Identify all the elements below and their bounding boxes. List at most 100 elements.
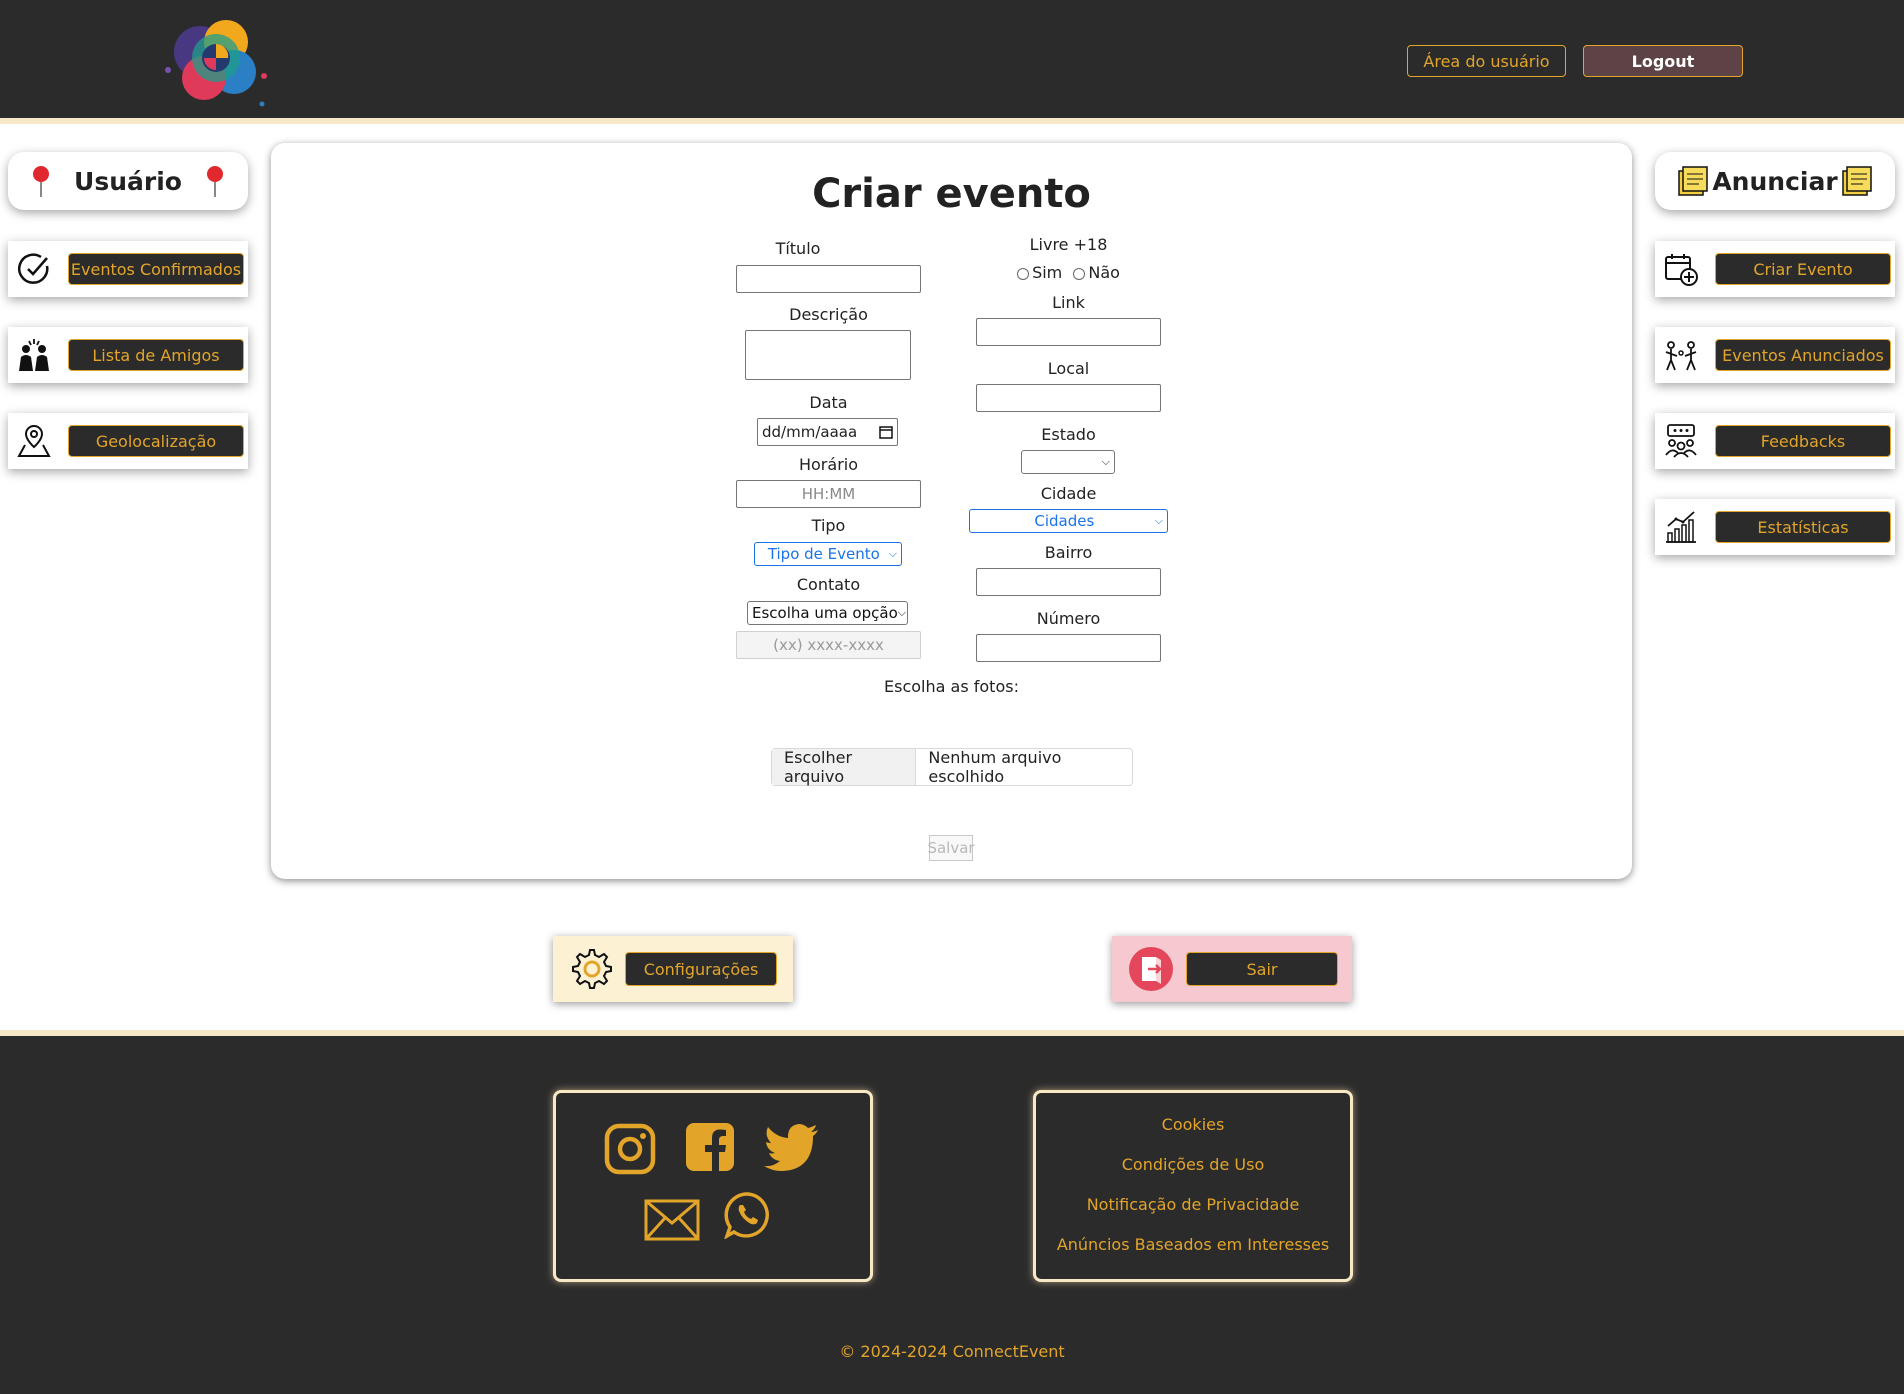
advertise-panel-title: Anunciar: [1712, 166, 1838, 196]
interest-ads-link[interactable]: Anúncios Baseados em Interesses: [1036, 1235, 1350, 1254]
chart-icon: [1655, 499, 1707, 555]
exit-icon: [1129, 947, 1173, 991]
advertise-panel-heading: Anunciar: [1655, 152, 1895, 210]
copyright-text: © 2024-2024 ConnectEvent: [839, 1342, 1065, 1361]
numero-input[interactable]: [976, 634, 1161, 662]
people-icon: [1655, 327, 1707, 383]
eventos-confirmados-button[interactable]: Eventos Confirmados: [68, 253, 244, 285]
notes-icon: [1678, 166, 1708, 196]
geolocalizacao-button[interactable]: Geolocalização: [68, 425, 244, 457]
sim-label: Sim: [1032, 263, 1063, 282]
lista-amigos-button[interactable]: Lista de Amigos: [68, 339, 244, 371]
cookies-link[interactable]: Cookies: [1036, 1115, 1350, 1134]
bairro-input[interactable]: [976, 568, 1161, 596]
fotos-label: Escolha as fotos:: [884, 677, 1019, 696]
data-label: Data: [809, 393, 848, 412]
nao-radio[interactable]: [1073, 267, 1086, 280]
create-event-form: Criar evento Título Descrição Data dd/mm…: [271, 143, 1632, 879]
friends-icon: [8, 327, 60, 383]
contato-select[interactable]: Escolha uma opção ⌵: [747, 601, 908, 625]
sidebar-item-feedbacks[interactable]: Feedbacks: [1655, 413, 1895, 469]
link-label: Link: [1052, 293, 1085, 312]
terms-link[interactable]: Condições de Uso: [1036, 1155, 1350, 1174]
cidade-label: Cidade: [1040, 484, 1097, 503]
whatsapp-icon[interactable]: [724, 1191, 772, 1239]
contato-placeholder: (xx) xxxx-xxxx: [773, 636, 884, 654]
check-circle-icon: [8, 241, 60, 297]
criar-evento-button[interactable]: Criar Evento: [1715, 253, 1891, 285]
site-header: Área do usuário Logout: [0, 0, 1904, 124]
data-value: dd/mm/aaaa: [762, 423, 858, 441]
legal-links-box: Cookies Condições de Uso Notificação de …: [1033, 1090, 1353, 1282]
calendar-icon[interactable]: [879, 425, 893, 439]
link-input[interactable]: [976, 318, 1161, 346]
sair-button[interactable]: Sair: [1186, 952, 1338, 986]
descricao-label: Descrição: [789, 305, 868, 324]
sidebar-item-lista-amigos[interactable]: Lista de Amigos: [8, 327, 248, 383]
sidebar-item-geolocalizacao[interactable]: Geolocalização: [8, 413, 248, 469]
config-button[interactable]: Configurações: [625, 952, 777, 986]
eventos-anunciados-button[interactable]: Eventos Anunciados: [1715, 339, 1891, 371]
logout-button[interactable]: Logout: [1583, 45, 1743, 77]
pin-icon: [207, 166, 223, 197]
chevron-down-icon: ⌵: [1154, 514, 1163, 527]
estado-select[interactable]: ⌵: [1021, 450, 1115, 474]
feedbacks-button[interactable]: Feedbacks: [1715, 425, 1891, 457]
user-panel-title: Usuário: [74, 166, 182, 196]
chevron-down-icon: ⌵: [1101, 455, 1110, 468]
titulo-input[interactable]: [736, 265, 921, 293]
horario-input[interactable]: HH:MM: [736, 480, 921, 508]
sim-radio[interactable]: [1017, 267, 1030, 280]
pin-icon: [33, 166, 49, 197]
cidade-value: Cidades: [1034, 512, 1095, 530]
tipo-value: Tipo de Evento: [767, 545, 880, 563]
chevron-down-icon: ⌵: [897, 606, 907, 619]
calendar-add-icon: [1655, 241, 1707, 297]
estatisticas-button[interactable]: Estatísticas: [1715, 511, 1891, 543]
numero-label: Número: [1036, 609, 1101, 628]
estado-label: Estado: [1041, 425, 1096, 444]
site-footer: Cookies Condições de Uso Notificação de …: [0, 1030, 1904, 1394]
contato-value: Escolha uma opção: [752, 604, 898, 622]
horario-placeholder: HH:MM: [801, 485, 856, 503]
twitter-icon[interactable]: [764, 1123, 820, 1173]
descricao-textarea[interactable]: [745, 330, 911, 380]
feedback-icon: [1655, 413, 1707, 469]
logo-icon[interactable]: [160, 12, 272, 112]
notes-icon: [1842, 166, 1872, 196]
user-area-button[interactable]: Área do usuário: [1407, 45, 1566, 77]
cidade-select[interactable]: Cidades ⌵: [969, 509, 1168, 533]
nao-label: Não: [1088, 263, 1120, 282]
email-icon[interactable]: [644, 1199, 700, 1241]
file-input[interactable]: Escolher arquivo Nenhum arquivo escolhid…: [771, 748, 1133, 786]
privacy-link[interactable]: Notificação de Privacidade: [1036, 1195, 1350, 1214]
titulo-label: Título: [775, 239, 821, 258]
config-card[interactable]: Configurações: [553, 936, 793, 1002]
file-choose-button[interactable]: Escolher arquivo: [772, 748, 917, 786]
sidebar-item-eventos-confirmados[interactable]: Eventos Confirmados: [8, 241, 248, 297]
instagram-icon[interactable]: [604, 1123, 656, 1175]
user-panel-heading: Usuário: [8, 152, 248, 210]
contato-label: Contato: [796, 575, 861, 594]
file-status: Nenhum arquivo escolhido: [928, 748, 1062, 786]
bairro-label: Bairro: [1044, 543, 1093, 562]
contato-input[interactable]: (xx) xxxx-xxxx: [736, 631, 921, 659]
form-title: Criar evento: [812, 171, 1091, 217]
data-input[interactable]: dd/mm/aaaa: [757, 418, 898, 446]
local-label: Local: [1047, 359, 1090, 378]
save-button[interactable]: Salvar: [927, 835, 975, 861]
facebook-icon[interactable]: [684, 1121, 736, 1173]
chevron-down-icon: ⌵: [888, 547, 897, 560]
sair-card[interactable]: Sair: [1112, 936, 1352, 1002]
tipo-label: Tipo: [811, 516, 846, 535]
sidebar-item-eventos-anunciados[interactable]: Eventos Anunciados: [1655, 327, 1895, 383]
social-links-box: [553, 1090, 873, 1282]
horario-label: Horário: [798, 455, 858, 474]
tipo-select[interactable]: Tipo de Evento ⌵: [754, 542, 902, 566]
local-input[interactable]: [976, 384, 1161, 412]
sidebar-item-estatisticas[interactable]: Estatísticas: [1655, 499, 1895, 555]
map-pin-icon: [8, 413, 60, 469]
sidebar-item-criar-evento[interactable]: Criar Evento: [1655, 241, 1895, 297]
livre-radio-group: Sim Não: [976, 263, 1161, 282]
livre-label: Livre +18: [1029, 235, 1108, 254]
